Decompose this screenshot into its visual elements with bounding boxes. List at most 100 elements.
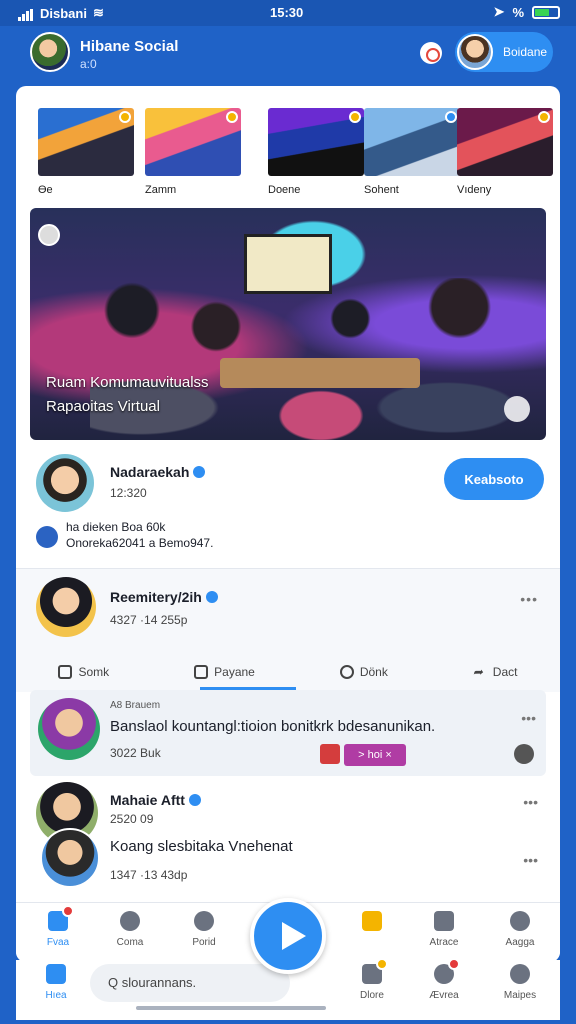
tab-settings[interactable]: Aagga — [490, 911, 550, 948]
search-icon — [120, 911, 140, 931]
post-tag: A8 Brauem — [110, 700, 161, 711]
more-options-icon[interactable]: ••• — [523, 794, 538, 810]
story-item[interactable]: Zamm — [145, 108, 241, 196]
tab-store[interactable] — [342, 911, 402, 937]
home-icon — [48, 905, 74, 931]
story-thumbnail — [268, 108, 364, 176]
follow-button[interactable]: Keabsoto — [444, 458, 544, 500]
nav-label: Maipes — [503, 990, 537, 1001]
app-title: Hibane Social — [80, 38, 179, 55]
post-meta: 2520 09 — [110, 812, 154, 826]
like-label: Somk — [78, 665, 110, 679]
post-meta: 4327 ·14 255p — [110, 613, 188, 627]
tab-search[interactable]: Coma — [100, 911, 160, 948]
app-avatar[interactable] — [30, 32, 70, 72]
post-author[interactable]: Mahaie Aftt — [110, 792, 201, 808]
post-text: Banslaol kountangl:tioion bonitkrk bdesa… — [110, 718, 436, 735]
story-badge — [119, 111, 131, 123]
app-subtitle: a:0 — [80, 57, 97, 71]
wifi-icon: ≋ — [92, 5, 104, 20]
tab-timer[interactable]: Porid — [174, 911, 234, 948]
story-thumbnail — [364, 108, 460, 176]
thumbs-up-icon — [58, 665, 73, 679]
story-label: Zamm — [145, 184, 177, 196]
stories-row: Ɵe Zamm Doene Sohent Vıdeny — [16, 86, 560, 202]
avatar-secondary[interactable] — [40, 828, 100, 888]
user-name[interactable]: Nadaraekah — [110, 464, 206, 480]
store-icon — [362, 911, 382, 931]
home-icon — [46, 964, 66, 984]
nav-label: Hıea — [45, 990, 67, 1001]
user-name-text: Nadaraekah — [110, 464, 190, 480]
tag-badge[interactable]: > hoi × — [344, 744, 406, 766]
hero-avatar[interactable] — [38, 224, 60, 246]
more-options-icon[interactable]: ••• — [520, 591, 538, 607]
verified-icon — [205, 591, 218, 603]
share-label: Dact — [492, 665, 518, 679]
hero-image[interactable]: Ruam Komumauvitualss Rapaoitas Virtual — [30, 208, 546, 440]
nested-post[interactable]: A8 Brauem Banslaol kountangl:tioion boni… — [30, 690, 546, 776]
post-author[interactable]: Reemitery/2ih — [110, 589, 218, 605]
story-label: Doene — [268, 184, 301, 196]
reaction-badge[interactable] — [320, 744, 340, 764]
chat-icon — [339, 665, 354, 679]
avatar[interactable] — [38, 698, 100, 760]
story-item[interactable]: Vıdeny — [457, 108, 553, 196]
story-thumbnail — [457, 108, 553, 176]
status-time: 15:30 — [270, 5, 304, 20]
record-icon[interactable] — [420, 42, 442, 64]
notification-badge — [62, 905, 74, 917]
more-options-icon[interactable]: ••• — [523, 852, 538, 868]
story-item[interactable]: Sohent — [364, 108, 460, 196]
post-actions: Somk Payane Dönk ➦ Dact — [16, 655, 560, 689]
profile-button[interactable]: Boidane — [455, 32, 553, 72]
app-header: Hibane Social a:0 Boidane — [0, 26, 576, 84]
post-author-text: Reemitery/2ih — [110, 589, 202, 605]
info-icon — [36, 526, 58, 548]
expand-icon[interactable] — [504, 396, 530, 422]
post-stats: 1347 ·13 43dp — [110, 868, 188, 882]
tab-home[interactable]: Fvaa — [28, 905, 88, 948]
tab-label: Atrace — [429, 937, 459, 948]
nav-messages[interactable]: Ævrea — [414, 958, 474, 1001]
story-badge — [445, 111, 457, 123]
reply-button[interactable]: Dönk — [339, 665, 388, 679]
more-options-icon[interactable]: ••• — [521, 710, 536, 726]
share-button[interactable]: ➦ Dact — [473, 665, 518, 679]
hero-caption-line2: Rapaoitas Virtual — [46, 398, 160, 415]
home-indicator — [136, 1006, 326, 1010]
user-card: Nadaraekah 12:320 Keabsoto ha dieken Boa… — [16, 450, 560, 566]
nav-home[interactable]: Hıea — [26, 964, 86, 1001]
tab-inbox[interactable]: Atrace — [414, 911, 474, 948]
story-thumbnail — [145, 108, 241, 176]
nav-profile[interactable]: Maipes — [490, 964, 550, 1001]
story-badge — [226, 111, 238, 123]
avatar[interactable] — [36, 454, 94, 512]
nav-label: Ævrea — [429, 990, 459, 1001]
nav-alerts[interactable]: Dlore — [342, 958, 402, 1001]
story-item[interactable]: Ɵe — [38, 108, 134, 196]
post-text: Koang slesbitaka Vnehenat — [110, 838, 293, 855]
verified-icon — [193, 466, 206, 478]
bell-icon — [362, 958, 388, 984]
notification-badge — [376, 958, 388, 970]
story-item[interactable]: Doene — [268, 108, 364, 196]
search-input[interactable]: Q slourannans. — [90, 964, 290, 1002]
battery-percent: % — [512, 4, 524, 20]
status-bar: Disbani ≋ 15:30 ➤ % — [0, 0, 576, 26]
story-label: Sohent — [364, 184, 399, 196]
play-button[interactable] — [250, 898, 326, 974]
share-icon[interactable] — [514, 744, 534, 764]
story-label: Vıdeny — [457, 184, 492, 196]
like-button[interactable]: Somk — [58, 665, 109, 679]
story-label: Ɵe — [38, 184, 53, 196]
hero-table — [220, 358, 420, 388]
gear-icon — [510, 911, 530, 931]
avatar[interactable] — [36, 577, 96, 637]
tab-label: Coma — [116, 937, 144, 948]
feed-card: Ɵe Zamm Doene Sohent Vıdeny Ruam Komumau… — [16, 86, 560, 962]
comment-button[interactable]: Payane — [194, 665, 255, 679]
tab-label: Fvaa — [46, 937, 70, 948]
user-post: Mahaie Aftt 2520 09 Koang slesbitaka Vne… — [16, 782, 560, 902]
carrier-group: Disbani ≋ — [18, 5, 104, 21]
